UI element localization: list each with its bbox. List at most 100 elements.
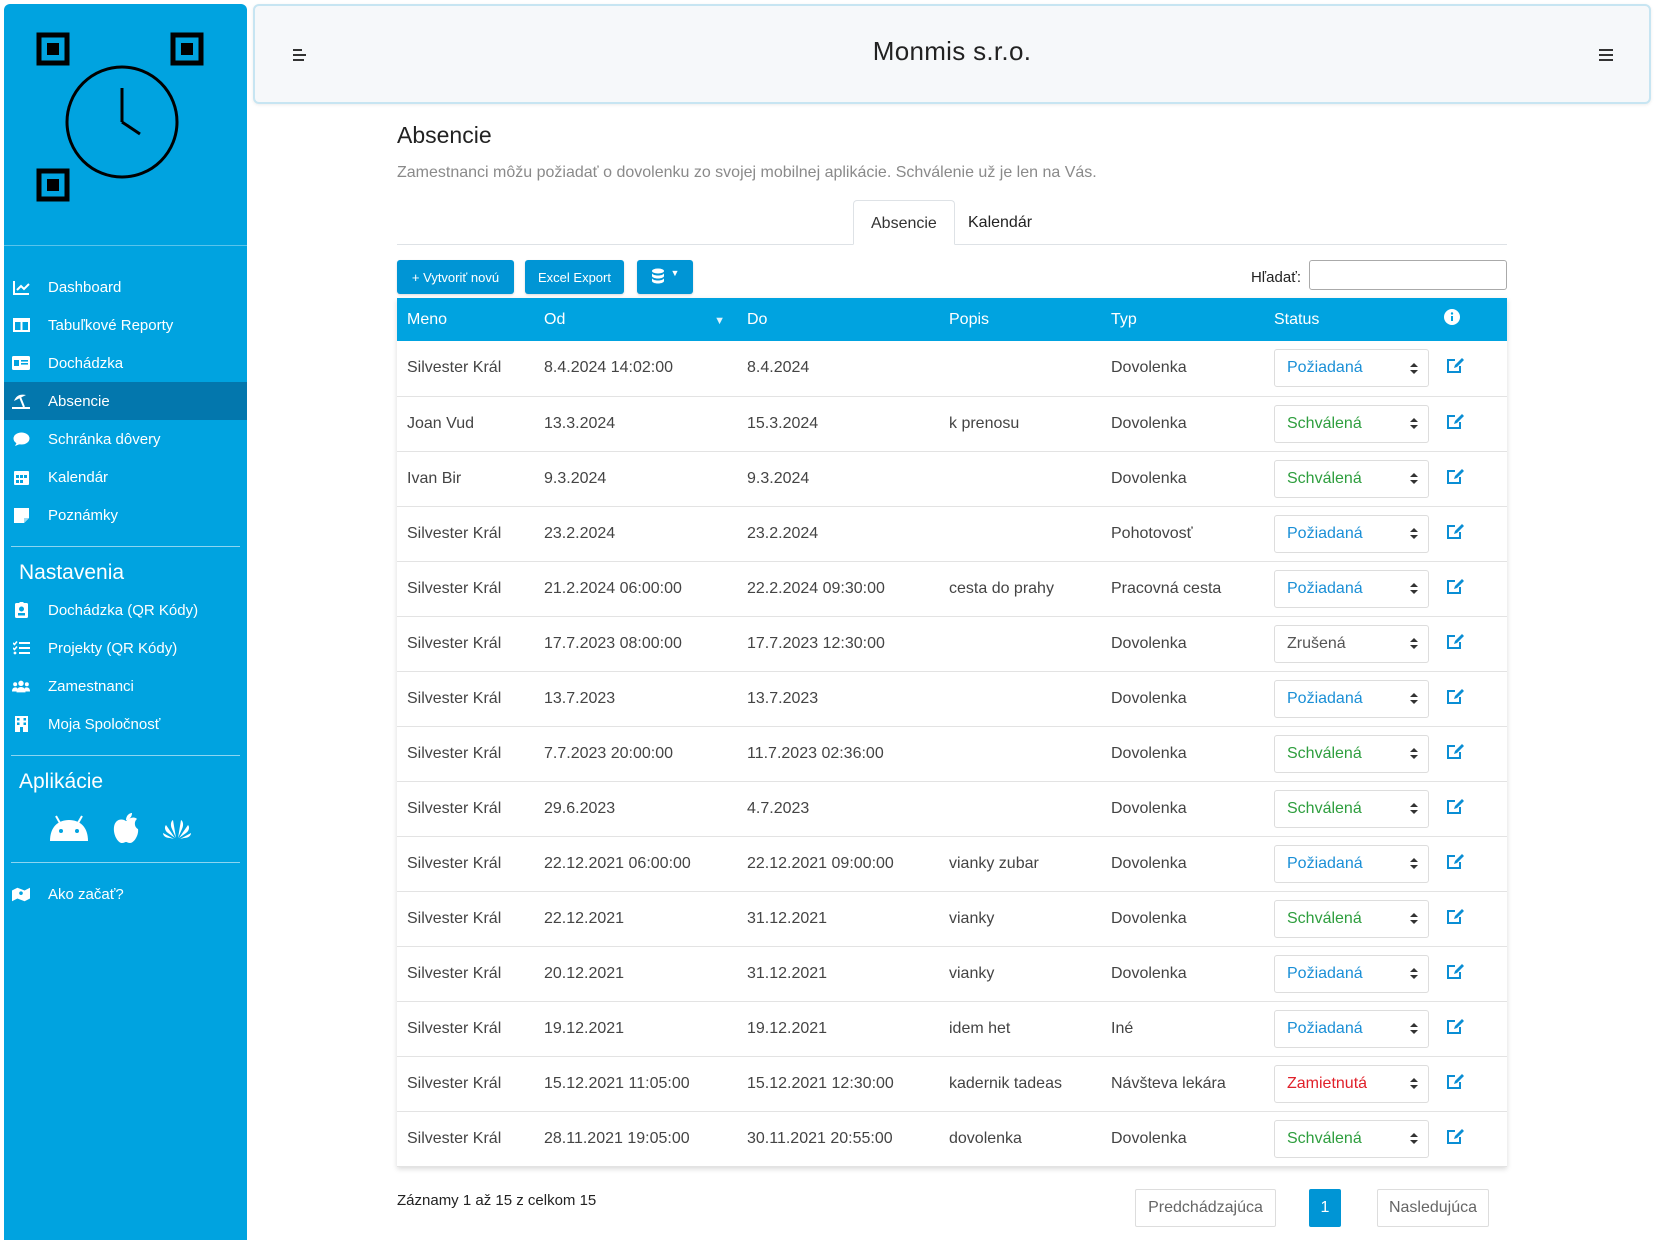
edit-icon[interactable] bbox=[1447, 578, 1465, 595]
sidebar-item-dashboard[interactable]: Dashboard bbox=[4, 268, 247, 306]
cell-actions bbox=[1434, 451, 1507, 506]
column-header-do[interactable]: Do bbox=[737, 298, 939, 341]
search-input[interactable] bbox=[1309, 260, 1507, 290]
pagination-page-button[interactable]: 1 bbox=[1309, 1188, 1341, 1227]
sidebar-item-dochadzka[interactable]: Dochádzka bbox=[4, 344, 247, 382]
sidebar-item-poznamky[interactable]: Poznámky bbox=[4, 496, 247, 534]
sidebar-item-tabulkove-reporty[interactable]: Tabuľkové Reporty bbox=[4, 306, 247, 344]
cell-do: 13.7.2023 bbox=[747, 689, 819, 707]
database-icon bbox=[651, 268, 665, 287]
cell-status: Zrušená bbox=[1264, 616, 1434, 671]
menu-hamburger-icon[interactable] bbox=[1599, 48, 1613, 66]
edit-icon[interactable] bbox=[1447, 798, 1465, 815]
excel-export-button[interactable]: Excel Export bbox=[525, 260, 624, 294]
sidebar-item-moja-spolocnost[interactable]: Moja Spoločnosť bbox=[4, 705, 247, 743]
android-icon[interactable] bbox=[48, 815, 90, 841]
edit-icon[interactable] bbox=[1447, 468, 1465, 485]
cell-actions bbox=[1434, 1056, 1507, 1111]
table-row: Silvester Král 20.12.2021 31.12.2021 vianky… bbox=[397, 946, 1507, 1001]
cell-actions bbox=[1434, 396, 1507, 451]
table-row: Silvester Král 23.2.2024 23.2.2024 Pohotovo… bbox=[397, 506, 1507, 561]
table-row: Silvester Král 28.11.2021 19:05:00 30.11.2… bbox=[397, 1111, 1507, 1166]
column-header-meno[interactable]: Meno bbox=[397, 298, 534, 341]
cell-meno: Silvester Král bbox=[407, 1074, 502, 1092]
sidebar-item-label: Tabuľkové Reporty bbox=[48, 316, 174, 334]
sidebar-item-ako-zacat[interactable]: Ako začať? bbox=[4, 875, 247, 913]
edit-icon[interactable] bbox=[1447, 523, 1465, 540]
pagination-previous-button[interactable]: Predchádzajúca bbox=[1135, 1188, 1276, 1227]
table-row: Silvester Král 8.4.2024 14:02:00 8.4.2024 D… bbox=[397, 341, 1507, 396]
dropdown-caret-icon: ▼ bbox=[670, 268, 680, 278]
status-select[interactable]: Požiadaná bbox=[1274, 569, 1429, 608]
status-select[interactable]: Požiadaná bbox=[1274, 349, 1429, 388]
edit-icon[interactable] bbox=[1447, 357, 1465, 374]
page-subtitle: Zamestnanci môžu požiadať o dovolenku zo… bbox=[397, 164, 1097, 181]
cell-typ: Dovolenka bbox=[1111, 1129, 1187, 1147]
sidebar-item-label: Dashboard bbox=[48, 278, 122, 296]
sidebar-item-label: Projekty (QR Kódy) bbox=[48, 639, 178, 657]
status-select[interactable]: Požiadaná bbox=[1274, 679, 1429, 718]
status-select[interactable]: Schválená bbox=[1274, 899, 1429, 938]
cell-do: 8.4.2024 bbox=[747, 359, 810, 377]
tab-kalendar[interactable]: Kalendár bbox=[951, 200, 1049, 245]
sort-caret-icon bbox=[1410, 528, 1418, 539]
status-select[interactable]: Schválená bbox=[1274, 789, 1429, 828]
status-select[interactable]: Požiadaná bbox=[1274, 844, 1429, 883]
status-select[interactable]: Schválená bbox=[1274, 459, 1429, 498]
sidebar-item-zamestnanci[interactable]: Zamestnanci bbox=[4, 667, 247, 705]
cell-status: Požiadaná bbox=[1264, 561, 1434, 616]
table-row: Silvester Král 29.6.2023 4.7.2023 Dovolenka… bbox=[397, 781, 1507, 836]
huawei-icon[interactable] bbox=[162, 816, 192, 840]
cell-popis bbox=[939, 506, 1101, 561]
table-toolbar: + Vytvoriť novú Excel Export ▼ Hľadať: bbox=[397, 260, 1507, 296]
edit-icon[interactable] bbox=[1447, 963, 1465, 980]
status-value: Schválená bbox=[1287, 744, 1362, 762]
edit-icon[interactable] bbox=[1447, 688, 1465, 705]
status-select[interactable]: Schválená bbox=[1274, 404, 1429, 443]
column-header-popis[interactable]: Popis bbox=[939, 298, 1101, 341]
status-select[interactable]: Zrušená bbox=[1274, 624, 1429, 663]
sidebar-item-dochadzka-qr[interactable]: Dochádzka (QR Kódy) bbox=[4, 591, 247, 629]
table-header-row: Meno Od ▼ Do Popis Typ Status bbox=[397, 298, 1507, 341]
edit-icon[interactable] bbox=[1447, 908, 1465, 925]
status-select[interactable]: Požiadaná bbox=[1274, 1009, 1429, 1048]
status-select[interactable]: Schválená bbox=[1274, 1119, 1429, 1158]
cell-actions bbox=[1434, 726, 1507, 781]
edit-icon[interactable] bbox=[1447, 853, 1465, 870]
column-header-label: Od bbox=[544, 310, 566, 328]
cell-meno: Silvester Král bbox=[407, 579, 502, 597]
column-header-typ[interactable]: Typ bbox=[1101, 298, 1264, 341]
cell-do: 9.3.2024 bbox=[747, 469, 810, 487]
cell-meno: Ivan Bir bbox=[407, 469, 462, 487]
column-header-od[interactable]: Od ▼ bbox=[534, 298, 737, 341]
status-value: Požiadaná bbox=[1287, 579, 1363, 597]
status-value: Schválená bbox=[1287, 469, 1362, 487]
create-new-button[interactable]: + Vytvoriť novú bbox=[397, 260, 514, 294]
users-icon bbox=[12, 677, 30, 695]
status-select[interactable]: Požiadaná bbox=[1274, 954, 1429, 993]
edit-icon[interactable] bbox=[1447, 413, 1465, 430]
sidebar-item-label: Dochádzka (QR Kódy) bbox=[48, 601, 199, 619]
sidebar-item-kalendar[interactable]: Kalendár bbox=[4, 458, 247, 496]
edit-icon[interactable] bbox=[1447, 633, 1465, 650]
status-select[interactable]: Požiadaná bbox=[1274, 514, 1429, 553]
sidebar-item-projekty-qr[interactable]: Projekty (QR Kódy) bbox=[4, 629, 247, 667]
cell-od: 29.6.2023 bbox=[544, 799, 616, 817]
status-select[interactable]: Zamietnutá bbox=[1274, 1064, 1429, 1103]
column-visibility-button[interactable]: ▼ bbox=[637, 260, 693, 294]
pagination-next-button[interactable]: Nasledujúca bbox=[1377, 1188, 1489, 1227]
tab-absencie[interactable]: Absencie bbox=[853, 200, 955, 245]
cell-od: 7.7.2023 20:00:00 bbox=[544, 744, 674, 762]
column-header-status[interactable]: Status bbox=[1264, 298, 1434, 341]
sidebar-item-schranka-dovery[interactable]: Schránka dôvery bbox=[4, 420, 247, 458]
table-icon bbox=[12, 316, 30, 334]
sidebar-item-absencie[interactable]: Absencie bbox=[4, 382, 247, 420]
edit-icon[interactable] bbox=[1447, 743, 1465, 760]
apple-icon[interactable] bbox=[112, 812, 140, 844]
edit-icon[interactable] bbox=[1447, 1073, 1465, 1090]
cell-typ: Dovolenka bbox=[1111, 909, 1187, 927]
edit-icon[interactable] bbox=[1447, 1128, 1465, 1145]
edit-icon[interactable] bbox=[1447, 1018, 1465, 1035]
status-select[interactable]: Schválená bbox=[1274, 734, 1429, 773]
logo[interactable] bbox=[4, 4, 247, 246]
